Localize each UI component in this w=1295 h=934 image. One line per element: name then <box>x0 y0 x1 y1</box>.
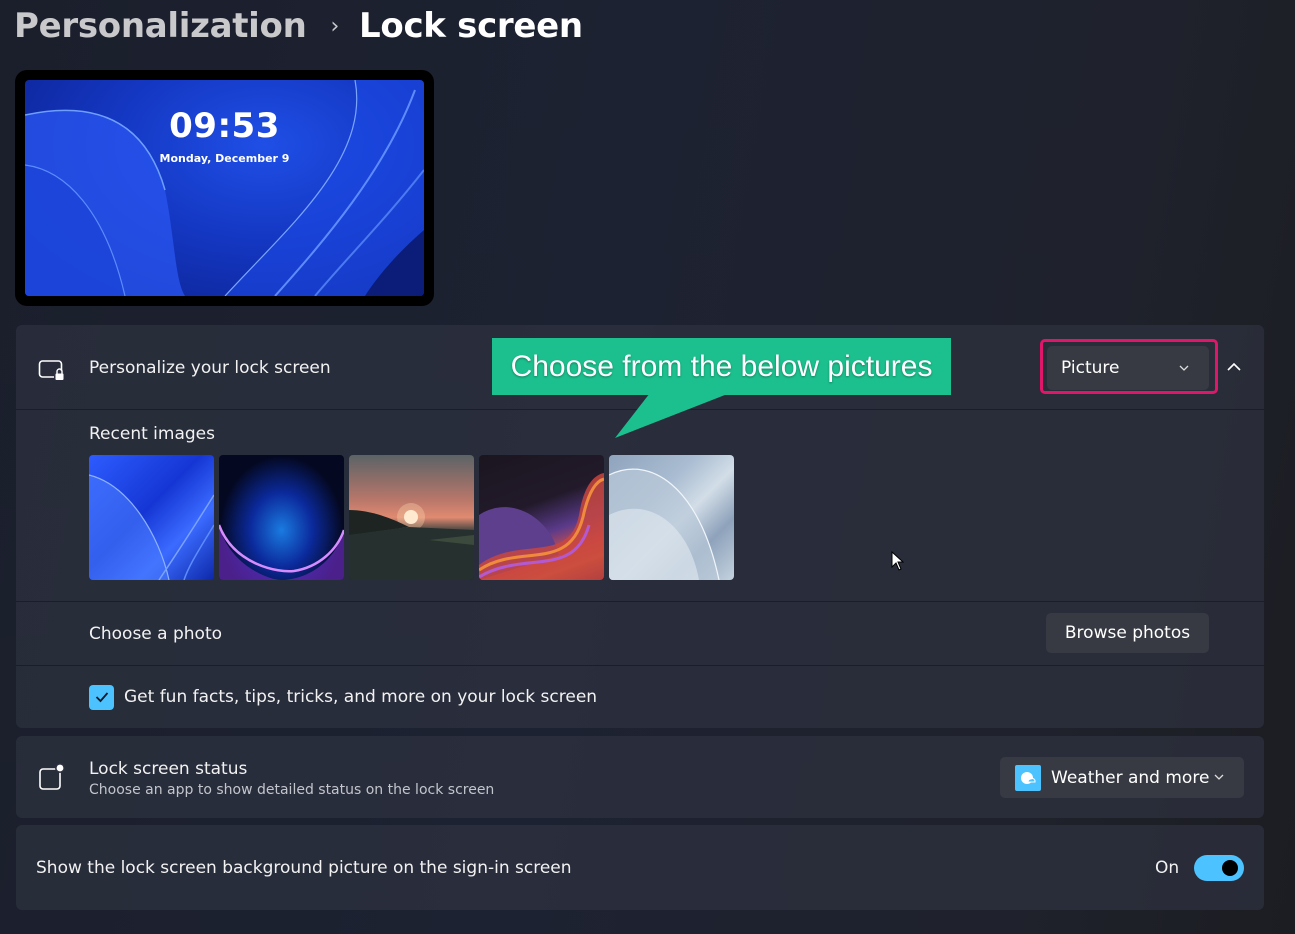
breadcrumb-chevron-icon: › <box>330 13 340 39</box>
recent-image-1[interactable] <box>89 455 214 580</box>
mouse-cursor-icon <box>891 551 905 571</box>
chevron-up-icon[interactable] <box>1227 362 1241 372</box>
recent-image-2[interactable] <box>219 455 344 580</box>
lock-screen-status-title: Lock screen status <box>89 759 248 779</box>
light-bloom-thumbnail-graphic <box>609 468 720 580</box>
sunset-thumbnail-graphic <box>349 503 474 580</box>
fun-facts-row[interactable]: Get fun facts, tips, tricks, and more on… <box>16 666 1264 728</box>
lock-screen-preview: 09:53 Monday, December 9 <box>15 70 434 306</box>
preview-wallpaper: 09:53 Monday, December 9 <box>25 80 424 296</box>
recent-image-4[interactable] <box>479 455 604 580</box>
bloom-thumbnail-graphic <box>89 474 214 580</box>
recent-image-5[interactable] <box>609 455 734 580</box>
lock-screen-status-dropdown[interactable]: Weather and more <box>1000 757 1244 798</box>
lock-screen-status-text: Lock screen status Choose an app to show… <box>89 759 494 798</box>
recent-image-3[interactable] <box>349 455 474 580</box>
weather-app-icon <box>1015 764 1041 791</box>
recent-images-list <box>89 455 734 580</box>
callout-annotation: Choose from the below pictures <box>492 338 951 395</box>
weather-cloud-icon <box>1021 771 1036 784</box>
app-status-icon <box>39 763 65 790</box>
checkmark-icon <box>95 692 108 703</box>
signin-background-label: Show the lock screen background picture … <box>36 858 572 878</box>
toggle-state-label: On <box>1155 858 1180 878</box>
preview-clock: 09:53 <box>169 106 280 146</box>
callout-tail-arrow <box>615 393 730 438</box>
breadcrumb-personalization-link[interactable]: Personalization <box>14 6 307 46</box>
lock-screen-status-card: Lock screen status Choose an app to show… <box>16 736 1264 818</box>
recent-images-label: Recent images <box>89 424 215 444</box>
personalize-title: Personalize your lock screen <box>89 358 331 378</box>
toggle-knob <box>1222 860 1238 876</box>
signin-background-toggle[interactable] <box>1194 855 1244 881</box>
choose-photo-row: Choose a photo Browse photos <box>16 602 1264 665</box>
chevron-down-icon <box>1214 774 1224 780</box>
page-title: Lock screen <box>359 6 583 46</box>
browse-photos-button[interactable]: Browse photos <box>1046 613 1209 653</box>
dropdown-highlight-annotation <box>1040 339 1218 394</box>
choose-photo-label: Choose a photo <box>89 623 223 644</box>
lock-screen-status-value: Weather and more <box>1051 767 1210 788</box>
breadcrumb: Personalization › Lock screen <box>14 4 583 48</box>
lock-screen-status-subtitle: Choose an app to show detailed status on… <box>89 782 495 798</box>
preview-date: Monday, December 9 <box>159 152 290 165</box>
fun-facts-label: Get fun facts, tips, tricks, and more on… <box>124 687 598 707</box>
ribbon-thumbnail-graphic <box>479 473 604 580</box>
signin-background-card: Show the lock screen background picture … <box>16 825 1264 910</box>
orb-thumbnail-graphic <box>219 524 344 580</box>
lock-screen-icon <box>38 360 64 380</box>
fun-facts-checkbox[interactable] <box>89 684 114 710</box>
